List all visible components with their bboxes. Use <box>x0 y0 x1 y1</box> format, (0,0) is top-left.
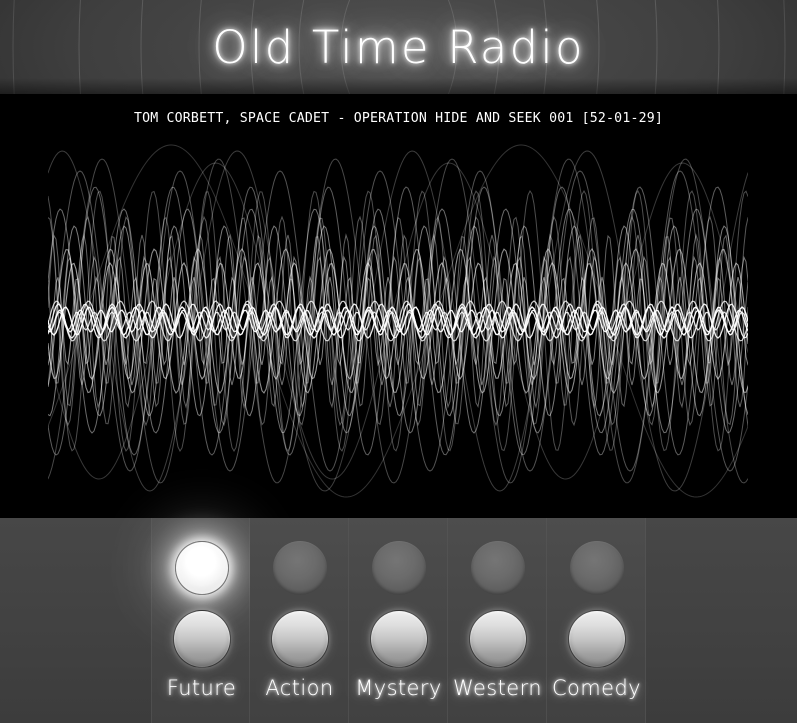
genre-button-future[interactable]: Future <box>151 518 250 723</box>
genre-label-western: Western <box>453 676 542 700</box>
knob-icon <box>172 610 231 668</box>
genre-indicator-lamp-comedy[interactable] <box>547 537 646 599</box>
genre-label-future: Future <box>166 676 237 700</box>
genre-button-action[interactable]: Action <box>250 518 349 723</box>
genre-indicator-lamp-future[interactable] <box>152 537 251 599</box>
waveform-canvas <box>48 144 748 498</box>
knob-icon <box>468 610 527 668</box>
genre-label-action: Action <box>265 676 334 700</box>
genre-knob-mystery[interactable] <box>349 606 448 672</box>
knob-icon <box>270 610 329 668</box>
knob-icon <box>369 610 428 668</box>
now-playing-title: TOM CORBETT, SPACE CADET - OPERATION HID… <box>133 111 664 126</box>
genre-indicator-lamp-action[interactable] <box>250 537 349 599</box>
panel-right-filler <box>646 518 797 723</box>
panel-left-filler <box>0 518 151 723</box>
lamp-on-icon <box>174 541 229 595</box>
genre-indicator-lamp-western[interactable] <box>448 537 547 599</box>
genre-label-mystery: Mystery <box>355 676 442 700</box>
genre-indicator-lamp-mystery[interactable] <box>349 537 448 599</box>
lamp-off-icon <box>569 541 624 595</box>
lamp-off-icon <box>470 541 525 595</box>
lamp-off-icon <box>371 541 426 595</box>
genre-knob-comedy[interactable] <box>547 606 646 672</box>
genre-button-mystery[interactable]: Mystery <box>349 518 448 723</box>
lamp-off-icon <box>272 541 327 595</box>
genre-button-comedy[interactable]: Comedy <box>547 518 646 723</box>
old-time-radio-app: Old Time Radio TOM CORBETT, SPACE CADET … <box>0 0 797 723</box>
genre-knob-action[interactable] <box>250 606 349 672</box>
app-header: Old Time Radio <box>0 0 797 94</box>
genre-knob-future[interactable] <box>152 606 251 672</box>
page-title: Old Time Radio <box>212 20 585 74</box>
genre-control-panel: Future Action Mystery Western Comedy <box>0 518 797 723</box>
audio-waveform-visualizer <box>48 140 748 502</box>
genre-knob-western[interactable] <box>448 606 547 672</box>
genre-button-rack: Future Action Mystery Western Comedy <box>151 518 646 723</box>
genre-button-western[interactable]: Western <box>448 518 547 723</box>
genre-label-comedy: Comedy <box>551 676 642 700</box>
player-stage: TOM CORBETT, SPACE CADET - OPERATION HID… <box>0 94 797 518</box>
knob-icon <box>567 610 626 668</box>
